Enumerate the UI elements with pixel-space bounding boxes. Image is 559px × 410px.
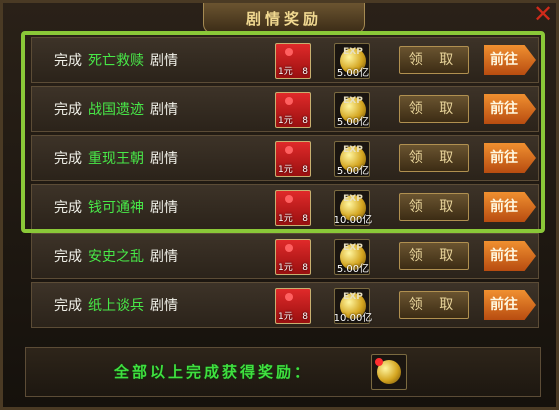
ruby-icon: [285, 195, 293, 203]
claim-button[interactable]: 领 取: [399, 242, 469, 270]
go-button[interactable]: 前往: [484, 94, 536, 124]
quest-prefix: 完成: [54, 298, 82, 314]
quest-label: 完成 战国遗迹 剧情: [54, 99, 178, 119]
exp-orb-icon[interactable]: EXP 10.00亿: [334, 190, 372, 226]
quest-name: 战国遗迹: [88, 102, 144, 118]
quest-name: 重现王朝: [88, 151, 144, 167]
quest-name: 纸上谈兵: [88, 298, 144, 314]
quest-prefix: 完成: [54, 53, 82, 69]
ruby-icon: [285, 97, 293, 105]
quest-row: 完成 纸上谈兵 剧情 1元 8 EXP 10.00亿 领 取 前往: [31, 282, 539, 328]
exp-label: EXP: [343, 292, 363, 302]
exp-label: EXP: [343, 145, 363, 155]
quest-row: 完成 战国遗迹 剧情 1元 8 EXP 5.00亿 领 取 前往: [31, 86, 539, 132]
exp-orb-icon[interactable]: EXP 5.00亿: [334, 43, 370, 79]
red-envelope-icon[interactable]: 1元 8: [275, 190, 311, 226]
exp-orb-icon[interactable]: EXP 10.00亿: [334, 288, 372, 324]
ruby-icon: [285, 293, 293, 301]
exp-orb-icon[interactable]: EXP 5.00亿: [334, 239, 370, 275]
quest-label: 完成 安史之乱 剧情: [54, 246, 178, 266]
go-button[interactable]: 前往: [484, 192, 536, 222]
footer-text: 全部以上完成获得奖励：: [114, 363, 313, 381]
go-button[interactable]: 前往: [484, 143, 536, 173]
exp-amount: 10.00亿: [333, 313, 373, 324]
go-button[interactable]: 前往: [484, 290, 536, 320]
quest-row: 完成 安史之乱 剧情 1元 8 EXP 5.00亿 领 取 前往: [31, 233, 539, 279]
reward-label: 1元: [278, 116, 293, 126]
red-envelope-icon[interactable]: 1元 8: [275, 43, 311, 79]
exp-amount: 5.00亿: [336, 166, 370, 177]
claim-button[interactable]: 领 取: [399, 144, 469, 172]
quest-reward-window: 剧情奖励 ✕ 完成 死亡救赎 剧情 1元 8 EXP 5.00亿 领 取 前往 完成 战国…: [0, 0, 559, 410]
reward-count: 8: [302, 214, 308, 224]
reward-label: 1元: [278, 67, 293, 77]
reward-count: 8: [302, 67, 308, 77]
ruby-icon: [285, 146, 293, 154]
quest-name: 钱可通神: [88, 200, 144, 216]
reward-label: 1元: [278, 312, 293, 322]
go-button[interactable]: 前往: [484, 45, 536, 75]
quest-suffix: 剧情: [150, 249, 178, 265]
quest-label: 完成 钱可通神 剧情: [54, 197, 178, 217]
final-reward-icon[interactable]: [371, 354, 407, 390]
reward-count: 8: [302, 312, 308, 322]
claim-button[interactable]: 领 取: [399, 95, 469, 123]
ruby-icon: [285, 244, 293, 252]
quest-suffix: 剧情: [150, 298, 178, 314]
claim-button[interactable]: 领 取: [399, 291, 469, 319]
quest-label: 完成 纸上谈兵 剧情: [54, 295, 178, 315]
exp-orb-icon[interactable]: EXP 5.00亿: [334, 92, 370, 128]
reward-count: 8: [302, 116, 308, 126]
red-envelope-icon[interactable]: 1元 8: [275, 92, 311, 128]
exp-label: EXP: [343, 47, 363, 57]
exp-label: EXP: [343, 243, 363, 253]
window-title: 剧情奖励: [245, 9, 322, 28]
red-envelope-icon[interactable]: 1元 8: [275, 239, 311, 275]
ruby-icon: [375, 358, 383, 366]
claim-button[interactable]: 领 取: [399, 193, 469, 221]
go-button[interactable]: 前往: [484, 241, 536, 271]
quest-row: 完成 重现王朝 剧情 1元 8 EXP 5.00亿 领 取 前往: [31, 135, 539, 181]
quest-label: 完成 重现王朝 剧情: [54, 148, 178, 168]
reward-label: 1元: [278, 165, 293, 175]
quest-prefix: 完成: [54, 249, 82, 265]
exp-orb-icon[interactable]: EXP 5.00亿: [334, 141, 370, 177]
quest-list: 完成 死亡救赎 剧情 1元 8 EXP 5.00亿 领 取 前往 完成 战国遗迹 剧情 1元…: [31, 37, 539, 331]
exp-label: EXP: [343, 194, 363, 204]
quest-suffix: 剧情: [150, 200, 178, 216]
quest-suffix: 剧情: [150, 53, 178, 69]
exp-label: EXP: [343, 96, 363, 106]
quest-row: 完成 钱可通神 剧情 1元 8 EXP 10.00亿 领 取 前往: [31, 184, 539, 230]
quest-suffix: 剧情: [150, 102, 178, 118]
close-icon[interactable]: ✕: [532, 2, 554, 26]
reward-label: 1元: [278, 263, 293, 273]
reward-count: 8: [302, 165, 308, 175]
exp-amount: 10.00亿: [333, 215, 373, 226]
exp-amount: 5.00亿: [336, 68, 370, 79]
quest-name: 死亡救赎: [88, 53, 144, 69]
red-envelope-icon[interactable]: 1元 8: [275, 288, 311, 324]
exp-amount: 5.00亿: [336, 117, 370, 128]
quest-suffix: 剧情: [150, 151, 178, 167]
quest-row: 完成 死亡救赎 剧情 1元 8 EXP 5.00亿 领 取 前往: [31, 37, 539, 83]
reward-count: 8: [302, 263, 308, 273]
claim-button[interactable]: 领 取: [399, 46, 469, 74]
exp-amount: 5.00亿: [336, 264, 370, 275]
footer-panel: 全部以上完成获得奖励：: [25, 347, 541, 397]
ruby-icon: [285, 48, 293, 56]
quest-prefix: 完成: [54, 151, 82, 167]
reward-label: 1元: [278, 214, 293, 224]
red-envelope-icon[interactable]: 1元 8: [275, 141, 311, 177]
quest-prefix: 完成: [54, 200, 82, 216]
quest-label: 完成 死亡救赎 剧情: [54, 50, 178, 70]
quest-prefix: 完成: [54, 102, 82, 118]
title-bar: 剧情奖励: [203, 3, 365, 34]
quest-name: 安史之乱: [88, 249, 144, 265]
